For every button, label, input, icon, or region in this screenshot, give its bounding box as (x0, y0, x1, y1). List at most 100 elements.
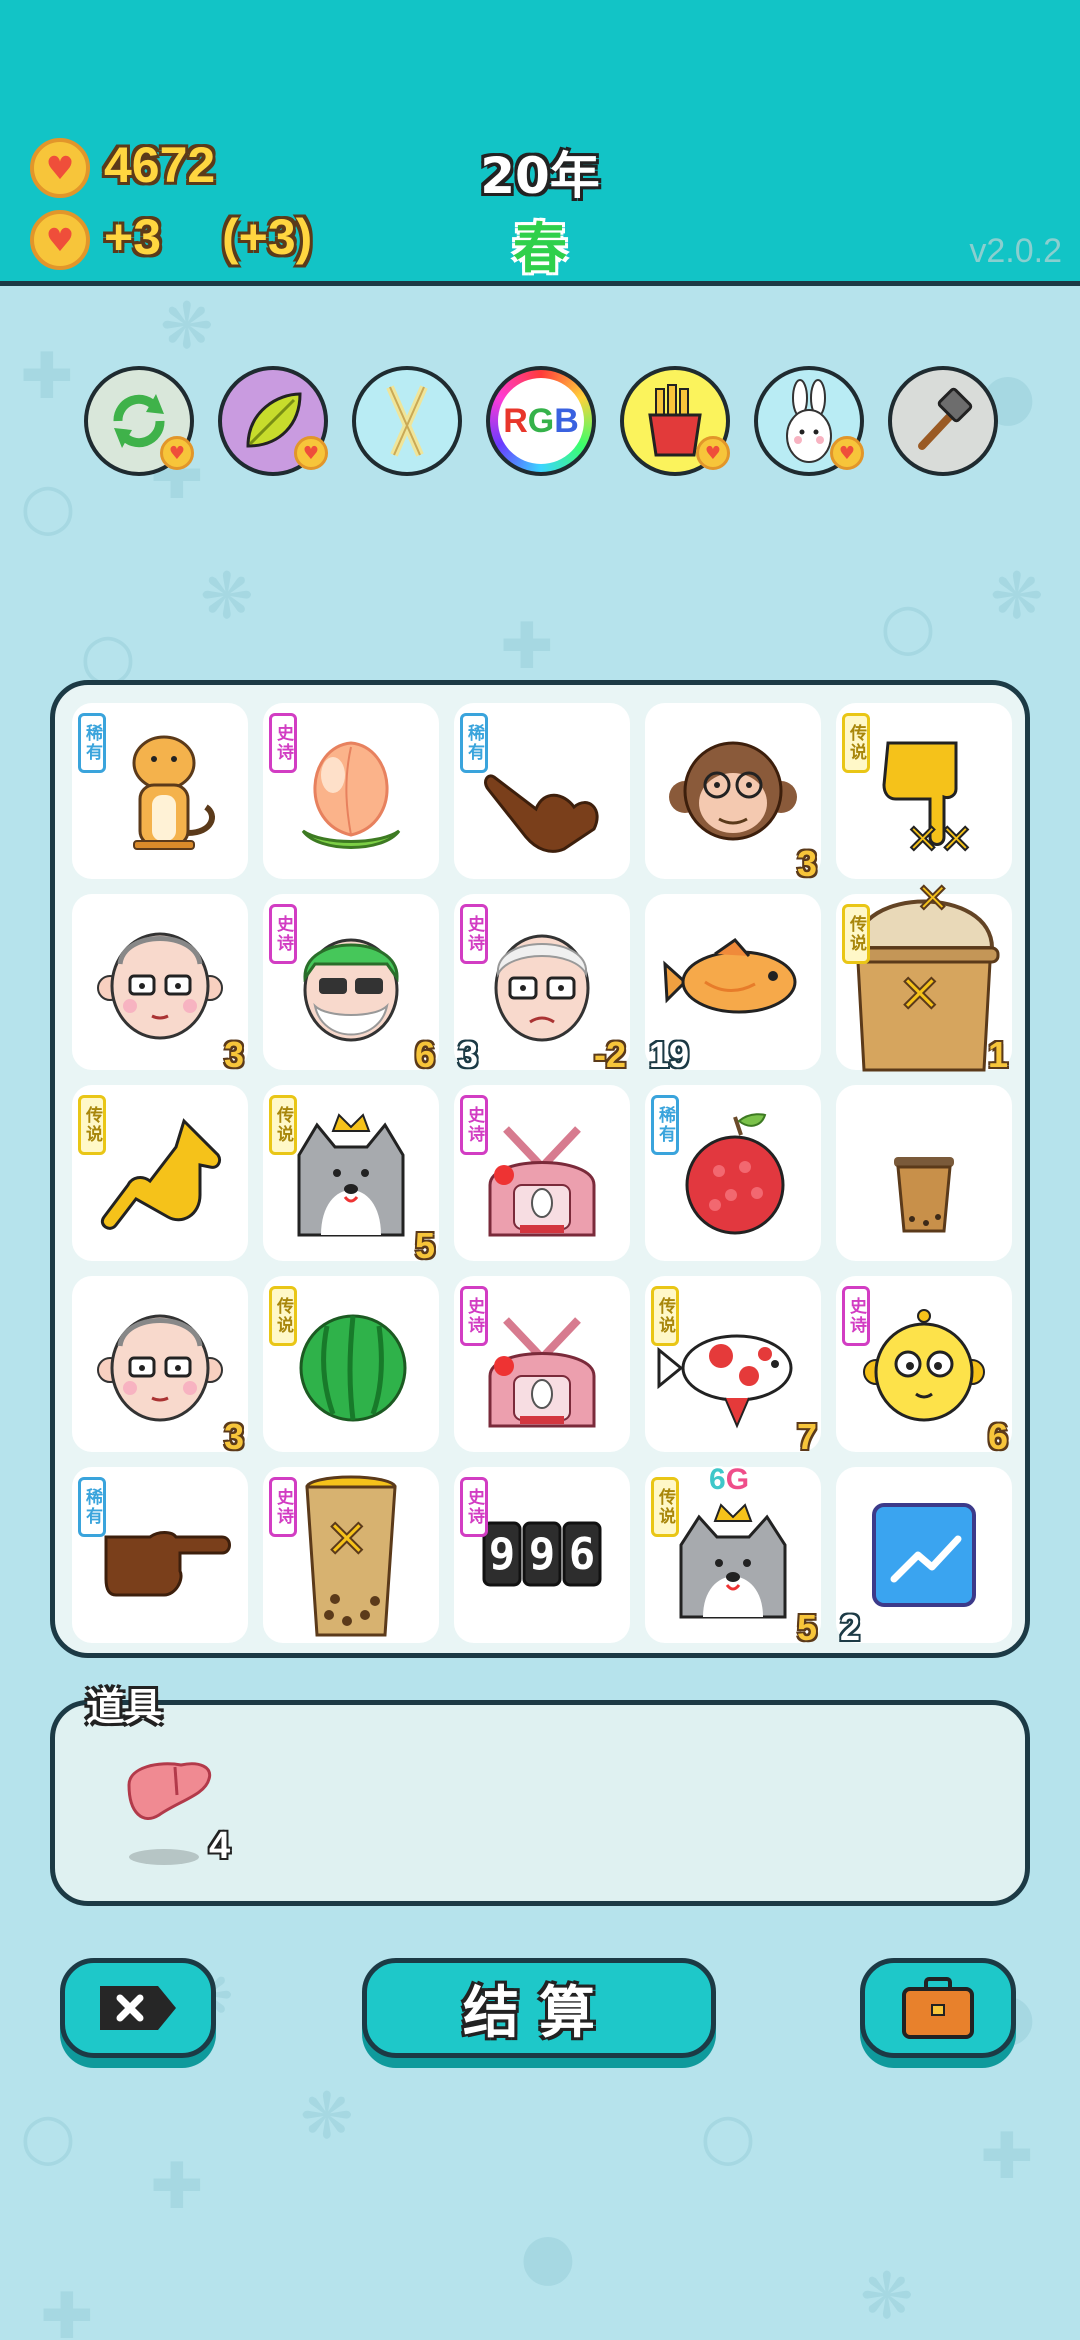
board-cell-tall-tea-cup[interactable]: ✕ 史诗 (263, 1467, 439, 1643)
straws-icon (386, 385, 428, 457)
rarity-badge: 传说 (651, 1477, 679, 1537)
cell-value-right: 5 (414, 1225, 435, 1266)
rarity-badge: 稀有 (78, 713, 106, 773)
top-status-bar: ♥ 4672 ♥ +3 (+3) 20年 春 v2.0.2 (0, 0, 1080, 286)
old-man-icon (97, 1314, 223, 1422)
price-heart-icon: ♥ (830, 436, 864, 470)
rarity-badge: 传说 (269, 1095, 297, 1155)
rarity-badge: 传说 (269, 1286, 297, 1346)
year-label: 20年 (480, 147, 600, 205)
board-cell-grandpa[interactable]: 史诗 3 -2 (454, 894, 630, 1075)
rarity-badge: 传说 (842, 713, 870, 773)
rarity-badge: 史诗 (269, 713, 297, 773)
rarity-badge: 史诗 (460, 1286, 488, 1346)
board-cell-bubble-tea-cup[interactable]: ✕ ✕ 传说 1 (836, 875, 1012, 1075)
board-cell-yellow-pointing-hand-down[interactable]: ✕✕ 传说 (836, 703, 1012, 879)
board-cell-peach[interactable]: 史诗 (263, 703, 439, 879)
tool-fries-button[interactable]: ♥ (620, 366, 730, 476)
cell-value-right: 7 (796, 1416, 817, 1457)
items-panel: 4 (50, 1700, 1030, 1906)
board-cell-lychee[interactable]: 稀有 (645, 1085, 821, 1261)
cell-value-right: 1 (987, 1034, 1008, 1075)
board-cell-fish[interactable]: 19 (645, 894, 821, 1075)
board-cell-old-man[interactable]: 3 (72, 1276, 248, 1457)
cell-value-right: 3 (223, 1416, 244, 1457)
exit-button[interactable] (60, 1958, 216, 2058)
board-cell-monkey[interactable]: 3 (645, 703, 821, 884)
board-cell-green-hair-man[interactable]: 史诗 6 (263, 894, 439, 1075)
board-cell-brown-pointing-hand-right[interactable]: 稀有 (72, 1467, 248, 1643)
stock-chart-icon (872, 1503, 976, 1607)
counter-digit: 9 (489, 1529, 516, 1580)
counter-digit: 6 (569, 1529, 596, 1580)
svg-text:✕: ✕ (916, 876, 950, 922)
rarity-badge: 史诗 (460, 1477, 488, 1537)
board-cell-old-man[interactable]: 3 (72, 894, 248, 1075)
rarity-badge: 传说 (842, 904, 870, 964)
cell-value-right: 5 (796, 1607, 817, 1648)
board-cell-brown-pointing-hand[interactable]: 稀有 (454, 703, 630, 879)
cell-value-right: 3 (223, 1034, 244, 1075)
cell-value-right: 6 (987, 1416, 1008, 1457)
delete-icon (100, 1986, 176, 2030)
cell-value-right: -2 (593, 1034, 626, 1075)
board-cell-rabbit-house[interactable]: 史诗 (454, 1085, 630, 1261)
settle-button-label: 结算 (463, 1980, 615, 2046)
rarity-badge: 史诗 (460, 1095, 488, 1155)
board-cell-small-tea-cup[interactable] (836, 1085, 1012, 1261)
briefcase-icon (902, 1977, 974, 2039)
board-cell-koi-fish[interactable]: 传说 7 (645, 1276, 821, 1457)
coin-icon: ♥ (30, 138, 90, 198)
price-heart-icon: ♥ (294, 436, 328, 470)
counter-digit: 9 (529, 1529, 556, 1580)
cell-count-left: 19 (649, 1034, 690, 1075)
board-cell-stock-chart[interactable]: 2 (836, 1467, 1012, 1648)
board-cell-rabbit-house[interactable]: 史诗 (454, 1276, 630, 1452)
small-tea-cup-icon (894, 1157, 954, 1233)
tool-rgb-button[interactable]: RGB (486, 366, 596, 476)
rgb-icon: RGB (498, 378, 584, 464)
price-heart-icon: ♥ (696, 436, 730, 470)
item-shadow (129, 1849, 199, 1865)
board-cell-husky-king[interactable]: 传说 5 (263, 1085, 439, 1266)
board-cell-counter-996[interactable]: 9 9 6 史诗 (454, 1467, 630, 1643)
cell-count-left: 2 (840, 1607, 861, 1648)
old-man-icon (97, 932, 223, 1040)
rarity-badge: 稀有 (460, 713, 488, 773)
rarity-badge: 传说 (78, 1095, 106, 1155)
monkey-icon (669, 741, 797, 841)
board-cell-husky-king-6g[interactable]: 传说 6G 5 (645, 1463, 821, 1648)
tool-hammer-button[interactable] (888, 366, 998, 476)
version-label: v2.0.2 (969, 232, 1062, 270)
item-count: 4 (209, 1825, 231, 1867)
income-coin-icon: ♥ (30, 210, 90, 270)
board-cell-tiger[interactable]: 稀有 (72, 703, 248, 879)
liver-icon (127, 1762, 212, 1820)
income-value: +3 (104, 209, 162, 265)
board-cell-watermelon[interactable]: 传说 (263, 1276, 439, 1452)
tool-refresh-button[interactable]: ♥ (84, 366, 194, 476)
board-cell-yellow-face[interactable]: 史诗 6 (836, 1276, 1012, 1457)
cell-value-right: 3 (796, 843, 817, 884)
cell-value-right: 6 (414, 1034, 435, 1075)
rarity-badge: 史诗 (269, 904, 297, 964)
price-heart-icon: ♥ (160, 436, 194, 470)
income-bonus: (+3) (222, 209, 313, 265)
tool-straws-button[interactable] (352, 366, 462, 476)
rarity-badge: 稀有 (78, 1477, 106, 1537)
settle-button[interactable]: 结算 (362, 1958, 716, 2058)
coin-total: 4672 (104, 137, 216, 193)
hammer-icon (918, 387, 973, 450)
board-cell-yellow-pointing-hand[interactable]: 传说 (72, 1085, 248, 1261)
rarity-badge: 稀有 (651, 1095, 679, 1155)
svg-text:✕: ✕ (325, 1510, 369, 1570)
backpack-button[interactable] (860, 1958, 1016, 2058)
slot-board: 稀有 史诗 稀有 3 ✕✕ 传说 3 史诗 6 史诗 3 -2 19 ✕ ✕ 传说 1 传说 传说 5 史诗 稀有 3 传说史… (50, 680, 1030, 1658)
item-liver[interactable] (119, 1755, 219, 1865)
tool-leaf-button[interactable]: ♥ (218, 366, 328, 476)
cell-overlabel: 6G (709, 1463, 750, 1496)
rarity-badge: 史诗 (460, 904, 488, 964)
tool-rabbit-button[interactable]: ♥ (754, 366, 864, 476)
items-panel-title: 道具 (86, 1685, 163, 1729)
rarity-badge: 传说 (651, 1286, 679, 1346)
